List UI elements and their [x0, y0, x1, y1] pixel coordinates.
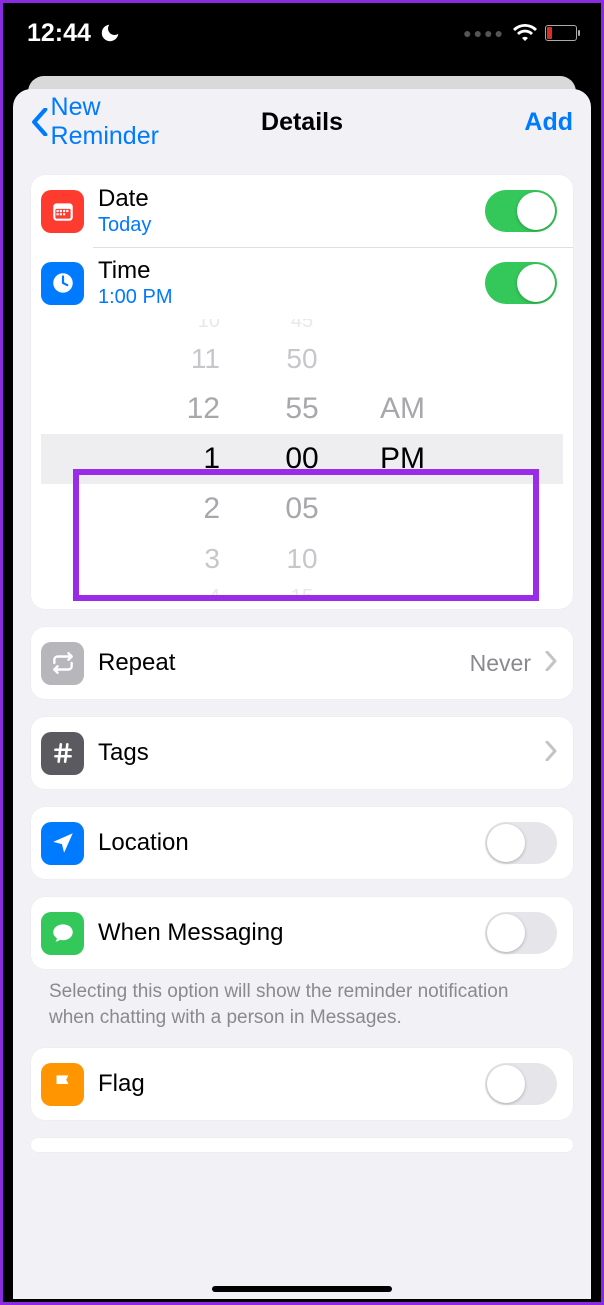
hash-icon — [41, 732, 84, 775]
picker-value — [380, 334, 388, 384]
time-toggle[interactable] — [485, 262, 557, 304]
chevron-left-icon — [31, 108, 49, 136]
location-group: Location — [31, 807, 573, 879]
picker-value: 45 — [291, 319, 313, 334]
status-bar: 12:44 ●●●● — [3, 3, 601, 63]
picker-value: 2 — [203, 484, 220, 534]
picker-hours-col[interactable]: 10 11 12 1 2 3 4 — [164, 319, 224, 599]
picker-value: 55 — [285, 384, 318, 434]
time-label: Time — [98, 257, 471, 285]
back-label: New Reminder — [51, 93, 212, 151]
flag-label: Flag — [98, 1070, 471, 1098]
battery-icon — [545, 25, 577, 41]
date-row[interactable]: Date Today — [31, 175, 573, 247]
picker-value: 4 — [209, 584, 220, 599]
status-time: 12:44 — [27, 19, 91, 48]
picker-value: 12 — [187, 384, 220, 434]
picker-value: 11 — [191, 334, 220, 384]
cellular-dots-icon: ●●●● — [463, 25, 505, 41]
repeat-group: Repeat Never — [31, 627, 573, 699]
picker-value: 3 — [204, 534, 220, 584]
picker-value: 10 — [286, 534, 317, 584]
picker-value — [380, 534, 388, 584]
calendar-icon — [41, 190, 84, 233]
home-indicator[interactable] — [212, 1286, 392, 1292]
dnd-moon-icon — [99, 22, 121, 44]
picker-value: 50 — [286, 334, 317, 384]
picker-value — [380, 584, 386, 599]
flag-toggle[interactable] — [485, 1063, 557, 1105]
nav-bar: New Reminder Details Add — [13, 89, 591, 155]
tags-label: Tags — [98, 739, 531, 767]
repeat-row[interactable]: Repeat Never — [31, 627, 573, 699]
messaging-group: When Messaging — [31, 897, 573, 969]
picker-value: 15 — [291, 584, 313, 599]
picker-value: 00 — [285, 434, 318, 484]
messaging-toggle[interactable] — [485, 912, 557, 954]
messages-icon — [41, 912, 84, 955]
date-label: Date — [98, 185, 471, 213]
repeat-label: Repeat — [98, 649, 456, 677]
messaging-footer: Selecting this option will show the remi… — [31, 969, 573, 1030]
picker-value: PM — [380, 434, 425, 484]
tags-group: Tags — [31, 717, 573, 789]
clock-icon — [41, 262, 84, 305]
wifi-icon — [513, 21, 537, 45]
picker-value — [380, 319, 386, 334]
time-picker[interactable]: 10 11 12 1 2 3 4 45 50 55 00 — [41, 319, 563, 599]
date-toggle[interactable] — [485, 190, 557, 232]
location-label: Location — [98, 829, 471, 857]
time-value: 1:00 PM — [98, 286, 471, 309]
location-arrow-icon — [41, 822, 84, 865]
picker-ampm-col[interactable]: AM PM — [380, 319, 440, 599]
time-row[interactable]: Time 1:00 PM — [31, 247, 573, 319]
chevron-right-icon — [545, 651, 557, 676]
picker-minutes-col[interactable]: 45 50 55 00 05 10 15 — [272, 319, 332, 599]
location-row[interactable]: Location — [31, 807, 573, 879]
picker-value: 10 — [198, 319, 220, 334]
chevron-right-icon — [545, 741, 557, 766]
picker-value — [380, 484, 388, 534]
next-group-peek — [31, 1138, 573, 1152]
messaging-row[interactable]: When Messaging — [31, 897, 573, 969]
flag-row[interactable]: Flag — [31, 1048, 573, 1120]
picker-value: 1 — [203, 434, 220, 484]
picker-value: AM — [380, 384, 425, 434]
datetime-group: Date Today Time 1:00 PM — [31, 175, 573, 609]
repeat-icon — [41, 642, 84, 685]
flag-group: Flag — [31, 1048, 573, 1120]
page-title: Details — [212, 108, 393, 137]
location-toggle[interactable] — [485, 822, 557, 864]
tags-row[interactable]: Tags — [31, 717, 573, 789]
date-value: Today — [98, 214, 471, 237]
back-button[interactable]: New Reminder — [31, 93, 212, 151]
add-button[interactable]: Add — [392, 108, 573, 137]
flag-icon — [41, 1063, 84, 1106]
details-sheet: New Reminder Details Add Date Today — [13, 89, 591, 1299]
repeat-value: Never — [470, 650, 531, 677]
messaging-label: When Messaging — [98, 919, 471, 947]
picker-value: 05 — [285, 484, 318, 534]
